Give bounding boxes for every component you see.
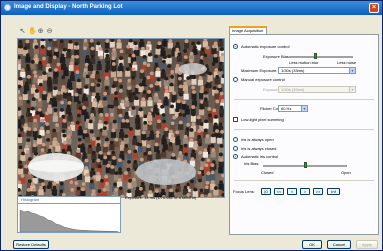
focus-fast-far-button[interactable]: >> — [313, 188, 323, 195]
auto-exposure-label: Automatic exposure control — [241, 44, 290, 49]
divider — [234, 180, 374, 181]
focus-near-end-button[interactable]: |0 — [261, 188, 271, 195]
focus-infinity-button[interactable]: Inf — [327, 188, 340, 195]
divider — [234, 99, 374, 100]
lowlight-checkbox[interactable] — [233, 117, 238, 122]
iris-bias-slider[interactable] — [304, 162, 307, 168]
iris-open-radio[interactable] — [233, 137, 238, 142]
zoom-out-icon[interactable]: ⊖ — [46, 28, 53, 35]
divider — [234, 129, 374, 130]
select-icon[interactable]: ↖ — [19, 28, 26, 35]
exposure-value: 1/30s (33ms) — [281, 87, 305, 92]
bias-low-label: Less motion blur — [289, 60, 319, 65]
apply-button[interactable]: Apply — [356, 240, 378, 249]
flicker-value: 60 Hz — [281, 106, 292, 111]
pan-icon[interactable]: ✋ — [28, 28, 37, 35]
chevron-down-icon: ▾ — [349, 68, 355, 73]
histogram-plot — [17, 203, 121, 233]
iris-auto-radio[interactable] — [233, 154, 238, 159]
histogram-tab[interactable]: Histogram — [17, 196, 121, 203]
focus-near-button[interactable]: < — [287, 188, 297, 195]
restore-defaults-button[interactable]: Restore Defaults — [13, 240, 49, 249]
histogram-graph — [19, 209, 119, 233]
iris-closed-radio[interactable] — [233, 146, 238, 151]
exposure-bias-slider[interactable] — [314, 53, 317, 59]
iris-auto-label: Automatic iris control — [241, 154, 279, 159]
chevron-down-icon: ▾ — [301, 106, 307, 111]
bias-high-label: Less noise — [337, 60, 357, 65]
title-bar[interactable]: Image and Display - North Parking Lot × — [1, 1, 382, 15]
iris-open-label: Iris is always open — [241, 137, 274, 142]
flicker-select[interactable]: 60 Hz ▾ — [278, 105, 308, 112]
cancel-button[interactable]: Cancel — [327, 240, 351, 249]
camera-image[interactable] — [17, 38, 225, 198]
lowlight-label: Low-light pixel summing — [241, 117, 284, 122]
max-exposure-value: 1/30s (33ms) — [281, 68, 305, 73]
image-and-display-dialog: Image and Display - North Parking Lot × … — [0, 0, 383, 251]
ok-button[interactable]: OK — [302, 240, 322, 249]
focus-lens-label: Focus Lens: — [233, 189, 255, 194]
zoom-in-icon[interactable]: ⊕ — [37, 28, 44, 35]
exposure-readout: Exposure: 14 ms (1/70.661 of a second) — [125, 195, 197, 200]
crowd-image — [18, 39, 224, 197]
iris-open-end-label: Open — [341, 170, 351, 175]
auto-exposure-radio[interactable] — [233, 44, 238, 49]
iris-closed-end-label: Closed — [261, 170, 274, 175]
iris-bias-label: Iris Bias: — [244, 161, 260, 166]
exposure-select[interactable]: 1/30s (33ms) ▾ — [278, 86, 356, 93]
manual-exposure-radio[interactable] — [233, 77, 238, 82]
chevron-down-icon: ▾ — [349, 87, 355, 92]
exposure-bias-track — [289, 56, 353, 58]
close-icon[interactable]: × — [369, 3, 379, 13]
iris-closed-label: Iris is always closed — [241, 146, 277, 151]
app-icon — [4, 4, 11, 11]
max-exposure-label: Maximum Exposure: — [241, 68, 278, 73]
max-exposure-select[interactable]: 1/30s (33ms) ▾ — [278, 67, 356, 74]
window-title: Image and Display - North Parking Lot — [14, 4, 123, 10]
manual-exposure-label: Manual exposure control — [241, 77, 285, 82]
focus-far-button[interactable]: > — [300, 188, 310, 195]
focus-fast-near-button[interactable]: << — [274, 188, 284, 195]
exposure-bias-label: Exposure Bias: — [263, 54, 290, 59]
